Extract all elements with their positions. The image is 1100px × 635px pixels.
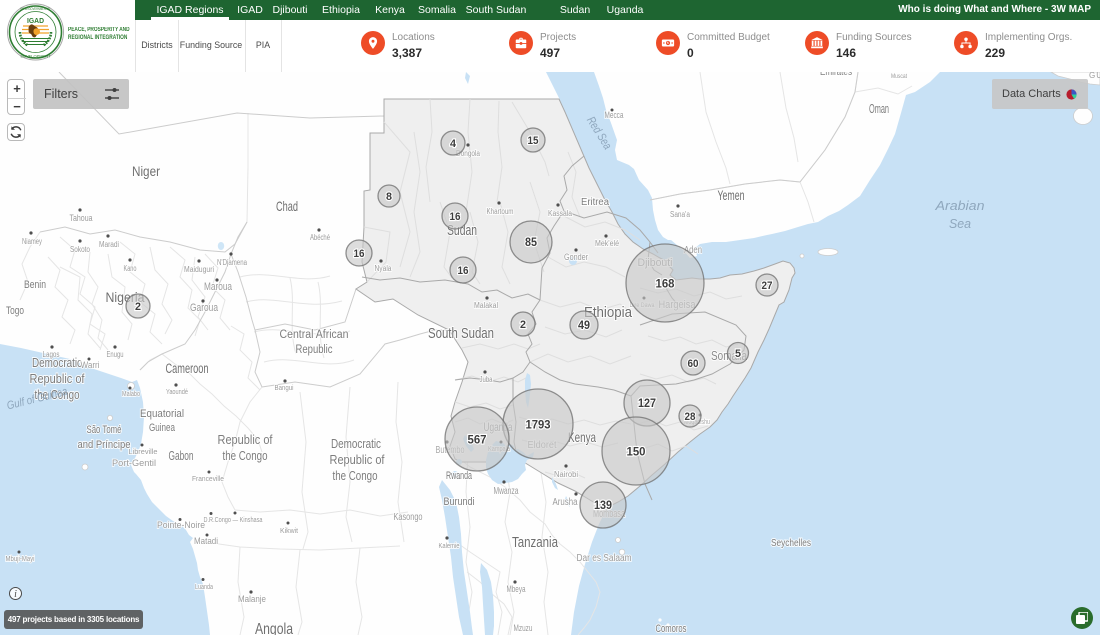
svg-text:Eritrea: Eritrea [581, 197, 609, 208]
svg-text:16: 16 [458, 265, 469, 277]
svg-text:Guinea: Guinea [149, 422, 176, 434]
svg-text:Kikwit: Kikwit [280, 528, 298, 535]
svg-text:Niger: Niger [132, 163, 160, 179]
svg-text:Mwanza: Mwanza [494, 486, 519, 497]
svg-text:GUJA: GUJA [1089, 72, 1100, 80]
svg-text:Malanje: Malanje [238, 594, 266, 605]
svg-text:Mbeya: Mbeya [507, 584, 526, 594]
svg-text:Muscat: Muscat [891, 73, 907, 80]
svg-text:Republic: Republic [296, 344, 333, 356]
svg-text:Emirates: Emirates [820, 72, 852, 78]
svg-text:27: 27 [762, 280, 773, 292]
svg-text:IGAD: IGAD [27, 18, 44, 25]
svg-text:5: 5 [735, 348, 741, 360]
svg-text:127: 127 [638, 398, 656, 410]
svg-text:Nairobi: Nairobi [554, 470, 578, 479]
svg-text:Enugu: Enugu [107, 350, 124, 359]
svg-text:Rwanda: Rwanda [446, 470, 473, 482]
svg-text:Sana'a: Sana'a [670, 210, 690, 219]
svg-text:Gonder: Gonder [564, 252, 588, 263]
svg-text:Seychelles: Seychelles [771, 538, 811, 549]
svg-text:Democratic: Democratic [331, 437, 381, 451]
svg-text:D.R.Congo — Kinshasa: D.R.Congo — Kinshasa [204, 517, 263, 524]
svg-text:Khartoum: Khartoum [487, 207, 514, 216]
svg-text:Malakal: Malakal [474, 301, 498, 310]
svg-text:Warri: Warri [81, 360, 100, 370]
svg-text:Maradi: Maradi [99, 240, 119, 249]
svg-text:Niamey: Niamey [22, 237, 42, 246]
svg-text:Cameroon: Cameroon [166, 361, 209, 376]
svg-text:Angola: Angola [255, 621, 293, 635]
svg-text:Sea: Sea [949, 216, 971, 231]
svg-text:Arabian: Arabian [934, 198, 984, 213]
svg-text:28: 28 [685, 411, 696, 423]
svg-text:4: 4 [450, 138, 457, 150]
svg-text:Franceville: Franceville [192, 476, 224, 483]
svg-text:Maroua: Maroua [204, 281, 233, 293]
svg-text:Port-Gentil: Port-Gentil [112, 458, 156, 469]
svg-text:16: 16 [354, 248, 365, 260]
svg-text:Kalemie: Kalemie [439, 543, 460, 550]
svg-text:1793: 1793 [526, 417, 551, 431]
svg-text:Oman: Oman [869, 102, 889, 116]
svg-text:Togo: Togo [6, 305, 24, 317]
svg-text:85: 85 [525, 237, 538, 249]
svg-text:Gabon: Gabon [169, 449, 194, 463]
svg-text:Mek'elé: Mek'elé [595, 239, 619, 248]
svg-text:168: 168 [656, 276, 675, 290]
svg-text:Abéché: Abéché [310, 233, 330, 242]
svg-text:Juba: Juba [480, 375, 493, 384]
svg-text:Burundi: Burundi [444, 496, 475, 508]
svg-text:Sokoto: Sokoto [70, 245, 90, 254]
svg-text:Malabo: Malabo [122, 391, 140, 398]
svg-text:Comoros: Comoros [656, 623, 687, 635]
svg-text:Libreville: Libreville [129, 449, 158, 456]
svg-text:Garoua: Garoua [190, 302, 219, 314]
svg-text:and Príncipe: and Príncipe [78, 439, 131, 451]
svg-text:Republic of: Republic of [30, 372, 85, 386]
svg-text:Lagos: Lagos [43, 350, 60, 359]
svg-text:Republic of: Republic of [218, 433, 273, 447]
svg-text:49: 49 [578, 320, 590, 332]
svg-text:the Congo: the Congo [333, 469, 378, 483]
svg-text:Pointe-Noire: Pointe-Noire [157, 520, 205, 531]
svg-text:16: 16 [450, 211, 461, 223]
svg-text:Dar es Salaam: Dar es Salaam [577, 553, 632, 564]
svg-text:Mbuji-Mayi: Mbuji-Mayi [6, 556, 35, 563]
svg-text:Tanzania: Tanzania [512, 535, 559, 551]
svg-text:139: 139 [594, 500, 612, 512]
svg-text:Kasongo: Kasongo [394, 512, 423, 523]
svg-text:Yemen: Yemen [718, 188, 745, 203]
svg-text:Equatorial: Equatorial [140, 408, 184, 420]
svg-text:Nyala: Nyala [375, 264, 392, 273]
svg-text:Bangui: Bangui [275, 383, 294, 392]
svg-text:Kassala: Kassala [548, 209, 572, 218]
svg-text:Mzuzu: Mzuzu [514, 623, 533, 633]
svg-text:2: 2 [520, 319, 526, 331]
svg-text:the Congo: the Congo [223, 449, 268, 463]
svg-text:Mecca: Mecca [605, 110, 624, 120]
svg-text:Tahoua: Tahoua [70, 213, 93, 223]
svg-text:2: 2 [135, 301, 141, 313]
svg-text:INTERGOVERNMENTAL: INTERGOVERNMENTAL [21, 7, 51, 11]
svg-text:Arusha: Arusha [553, 497, 578, 508]
svg-text:Matadi: Matadi [194, 536, 218, 547]
svg-text:N'Djamena: N'Djamena [217, 258, 247, 267]
svg-text:15: 15 [528, 135, 539, 147]
svg-text:Yaoundé: Yaoundé [166, 387, 188, 396]
svg-text:8: 8 [386, 191, 392, 203]
svg-text:Kano: Kano [124, 264, 137, 273]
svg-text:DEVELOPMENT: DEVELOPMENT [21, 55, 51, 59]
svg-text:South Sudan: South Sudan [428, 325, 494, 342]
svg-text:150: 150 [627, 444, 646, 458]
svg-text:Benin: Benin [24, 279, 46, 291]
svg-text:São Tomé: São Tomé [87, 424, 122, 436]
svg-text:567: 567 [468, 432, 487, 446]
svg-text:Maiduguri: Maiduguri [184, 265, 214, 274]
svg-text:Republic of: Republic of [330, 453, 385, 467]
svg-text:Central African: Central African [280, 329, 349, 341]
svg-text:60: 60 [688, 358, 699, 370]
svg-text:Chad: Chad [276, 198, 298, 214]
svg-text:Luanda: Luanda [195, 584, 213, 591]
